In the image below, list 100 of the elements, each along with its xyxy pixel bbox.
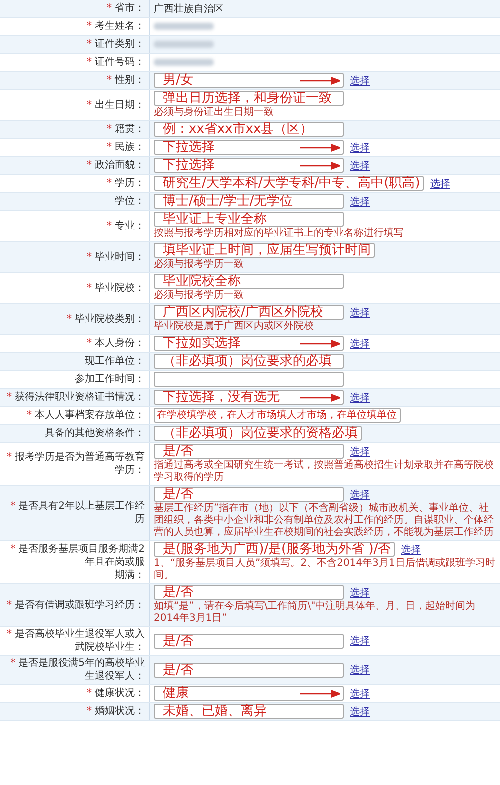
text-field[interactable]: 男/女: [154, 73, 344, 88]
text-field[interactable]: 毕业证上专业全称: [154, 212, 344, 227]
required-mark: *: [7, 629, 12, 640]
required-mark: *: [107, 3, 112, 14]
field-label: 证件类别：: [95, 39, 145, 50]
field-label: 毕业院校类别：: [75, 314, 145, 324]
required-mark: *: [87, 688, 92, 699]
field-label: 学位：: [115, 196, 145, 207]
select-link[interactable]: 选择: [430, 176, 450, 190]
required-mark: *: [87, 100, 92, 110]
text-field[interactable]: 下拉选择，没有选无: [154, 390, 344, 405]
hint-text: 如填“是”，请在今后填写\工作简历\"中注明具体年、月、日，起始时间为2014年3月1日”: [154, 601, 477, 625]
field-label: 专业：: [115, 220, 145, 232]
field-label: 籍贯：: [115, 124, 145, 135]
field-label: 本人人事档案存放单位：: [35, 410, 145, 421]
field-label: 政治面貌：: [95, 160, 145, 171]
required-mark: *: [107, 220, 112, 232]
text-field[interactable]: 下拉选择: [154, 140, 344, 155]
field-label: 婚姻状况：: [95, 706, 145, 717]
field-label: 学历：: [115, 178, 145, 189]
field-label: 毕业院校：: [95, 282, 145, 294]
text-field[interactable]: （非必填项）岗位要求的必填: [154, 354, 344, 369]
text-field[interactable]: 是/否: [154, 634, 344, 648]
text-field[interactable]: 例：xx省xx市xx县（区）: [154, 122, 344, 137]
select-link[interactable]: 选择: [350, 74, 370, 88]
text-field[interactable]: 是/否: [154, 585, 344, 600]
text-field[interactable]: 研究生/大学本科/大学专科/中专、高中(职高): [154, 176, 424, 191]
text-field[interactable]: 是/否: [154, 487, 344, 502]
hint-text: 基层工作经历”指在市（地）以下（不含副省级）城市政机关、事业单位、社团组织，各类中小企业和非公有制单位及农村工作的经历。自谋职业、个体经营的人员也算，应届毕业生在校期间的社会实践经历，不能视为基层工作经历: [154, 503, 495, 539]
text-field[interactable]: [154, 372, 344, 387]
text-field[interactable]: 广西区内院校/广西区外院校: [154, 305, 344, 320]
required-mark: *: [27, 410, 32, 421]
field-label: 期满：: [115, 568, 145, 582]
text-field[interactable]: 是/否: [154, 662, 344, 678]
text-field[interactable]: 是(服务地为广西)/是(服务地为外省 )/否: [154, 542, 396, 557]
hint-text: 1、“服务基层项目人员”须填写。2、不含2014年3月1日后借调或跟班学习时间。: [154, 558, 496, 582]
required-mark: *: [87, 160, 92, 171]
field-label: 证件号码：: [95, 57, 145, 68]
required-mark: *: [10, 658, 16, 669]
hint-text: 必须与报考学历一致: [154, 259, 245, 271]
select-link[interactable]: 选择: [350, 704, 370, 718]
field-label: 考生姓名：: [95, 21, 145, 32]
hint-text: 指通过高考或全国研究生统一考试，按照普通高校招生计划录取并在高等院校学习取得的学历: [154, 460, 495, 484]
text-field[interactable]: 下拉如实选择: [154, 336, 344, 351]
select-link[interactable]: 选择: [401, 542, 422, 556]
required-mark: *: [87, 39, 92, 50]
select-link[interactable]: 选择: [350, 158, 370, 172]
field-label: 毕业时间：: [95, 252, 145, 262]
text-field[interactable]: 弹出日历选择，和身份证一致: [154, 91, 344, 106]
field-label: 是否有借调或跟班学习经历：: [15, 600, 145, 610]
hint-text: 必须与报考学历一致: [154, 290, 245, 302]
required-mark: *: [87, 57, 92, 68]
field-label: 省市：: [115, 3, 145, 14]
field-label: 报考学历是否为普通高等教育学历：: [15, 452, 145, 476]
select-link[interactable]: 选择: [350, 390, 370, 404]
field-label: 是否高校毕业生退役军人或入武院校毕业生：: [15, 629, 145, 653]
field-label: 是否是服役满5年的高校毕业生退役军人：: [18, 658, 145, 682]
required-mark: *: [107, 142, 112, 153]
hint-text: 毕业院校是属于广西区内或区外院校: [154, 321, 315, 333]
select-link[interactable]: 选择: [350, 634, 370, 648]
required-mark: *: [67, 314, 72, 324]
field-label: 健康状况：: [95, 688, 145, 699]
select-link[interactable]: 选择: [350, 488, 370, 502]
required-mark: *: [87, 252, 92, 262]
field-label: 本人身份：: [95, 338, 145, 349]
select-link[interactable]: 选择: [350, 194, 370, 208]
hint-text: 按照与报考学历相对应的毕业证书上的专业名称进行填写: [154, 228, 405, 240]
required-mark: *: [10, 501, 16, 512]
field-label: 性别：: [115, 75, 145, 86]
required-mark: *: [10, 544, 16, 554]
select-link[interactable]: 选择: [350, 336, 370, 350]
text-field[interactable]: 毕业院校全称: [154, 274, 344, 289]
select-link[interactable]: 选择: [350, 306, 370, 320]
text-field[interactable]: 博士/硕士/学士/无学位: [154, 194, 344, 209]
text-field[interactable]: 下拉选择: [154, 158, 344, 173]
select-link[interactable]: 选择: [350, 663, 370, 677]
text-field[interactable]: 填毕业证上时间，应届生写预计时间: [154, 243, 375, 258]
field-value: 广西壮族自治区: [154, 2, 224, 16]
select-link[interactable]: 选择: [350, 444, 370, 458]
select-link[interactable]: 选择: [350, 686, 370, 700]
text-field[interactable]: 健康: [154, 686, 344, 701]
text-field[interactable]: 是/否: [154, 444, 344, 459]
field-label: 具备的其他资格条件：: [45, 428, 145, 439]
select-link[interactable]: 选择: [350, 586, 370, 600]
text-field[interactable]: （非必填项）岗位要求的资格必填: [154, 426, 362, 441]
required-mark: *: [7, 392, 12, 403]
required-mark: *: [107, 75, 112, 86]
field-label: 是否服务基层项目服务期满2年且在岗或服: [18, 544, 145, 568]
required-mark: *: [7, 452, 12, 463]
required-mark: *: [87, 21, 92, 32]
field-label: 是否具有2年以上基层工作经历: [18, 501, 145, 525]
text-field[interactable]: 在学校填学校，在人才市场填人才市场，在单位填单位: [154, 408, 401, 423]
field-label: 参加工作时间：: [75, 374, 145, 385]
required-mark: *: [107, 178, 112, 189]
required-mark: *: [87, 706, 92, 717]
field-label: 民族：: [115, 142, 145, 153]
text-field[interactable]: 未婚、已婚、离异: [154, 704, 344, 719]
field-label: 出生日期：: [95, 100, 145, 110]
select-link[interactable]: 选择: [350, 140, 370, 154]
required-mark: *: [87, 338, 92, 349]
